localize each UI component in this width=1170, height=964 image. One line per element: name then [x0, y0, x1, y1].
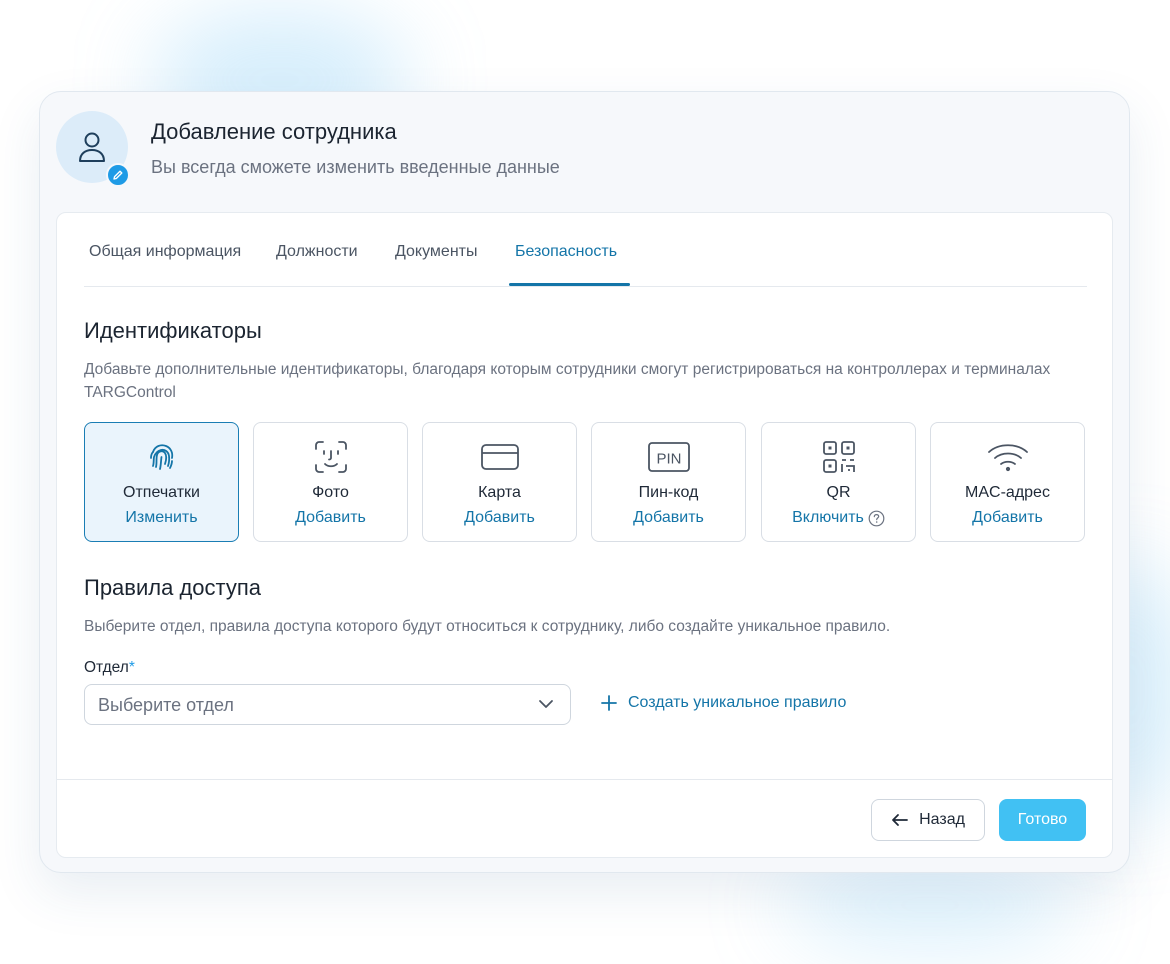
- edit-avatar-button[interactable]: [106, 163, 130, 187]
- identifier-card-photo[interactable]: Фото Добавить: [253, 422, 408, 542]
- arrow-left-icon: [892, 814, 908, 826]
- face-id-icon: [314, 441, 347, 473]
- identifiers-description: Добавьте дополнительные идентификаторы, …: [84, 361, 1051, 401]
- svg-text:PIN: PIN: [656, 451, 681, 468]
- identifier-action-link[interactable]: Добавить: [295, 509, 366, 527]
- tab-bar: Общая информация Должности Документы Без…: [84, 213, 1087, 287]
- background-glow: [780, 860, 1080, 950]
- identifier-name: Карта: [478, 484, 521, 501]
- identifier-name: Пин-код: [638, 484, 699, 501]
- identifier-name: Фото: [312, 484, 349, 501]
- identifier-action-link[interactable]: Добавить: [633, 509, 704, 527]
- done-button[interactable]: Готово: [999, 799, 1086, 841]
- tab-documents[interactable]: Документы: [395, 243, 477, 261]
- card-icon: [480, 444, 519, 470]
- pin-icon: PIN: [647, 442, 690, 472]
- plus-icon: [601, 695, 617, 711]
- fingerprint-icon: [149, 444, 173, 470]
- access-rules-heading: Правила доступа: [84, 575, 261, 600]
- page-subtitle: Вы всегда сможете изменить введенные дан…: [151, 157, 560, 177]
- pencil-icon: [113, 170, 123, 180]
- identifier-action-link[interactable]: Изменить: [125, 509, 197, 527]
- department-select-placeholder: Выберите отдел: [98, 695, 234, 715]
- access-rules-description: Выберите отдел, правила доступа которого…: [84, 618, 891, 635]
- help-icon[interactable]: [868, 510, 885, 527]
- chevron-down-icon: [539, 700, 553, 708]
- identifiers-heading: Идентификаторы: [84, 318, 262, 343]
- add-employee-dialog: Добавление сотрудника Вы всегда сможете …: [39, 91, 1130, 873]
- active-tab-indicator: [509, 283, 630, 286]
- user-icon: [79, 132, 105, 162]
- tab-security[interactable]: Безопасность: [515, 243, 617, 261]
- department-select[interactable]: Выберите отдел: [84, 684, 571, 725]
- identifier-card-qr[interactable]: QR Включить: [761, 422, 916, 542]
- identifier-card-fingerprint[interactable]: Отпечатки Изменить: [84, 422, 239, 542]
- identifier-card-pin[interactable]: PIN Пин-код Добавить: [591, 422, 746, 542]
- create-unique-rule-label: Создать уникальное правило: [628, 694, 847, 711]
- tab-positions[interactable]: Должности: [276, 243, 358, 261]
- done-button-label: Готово: [1017, 811, 1068, 828]
- identifier-action-link[interactable]: Включить: [792, 509, 864, 527]
- wifi-icon: [987, 444, 1028, 472]
- identifier-name: QR: [826, 484, 851, 501]
- identifier-name: MAC-адрес: [965, 484, 1050, 501]
- identifier-action-link[interactable]: Добавить: [972, 509, 1043, 527]
- required-mark: *: [128, 659, 135, 676]
- identifier-action-link[interactable]: Добавить: [464, 509, 535, 527]
- form-card: Общая информация Должности Документы Без…: [56, 212, 1113, 858]
- page-title: Добавление сотрудника: [151, 119, 397, 144]
- back-button[interactable]: Назад: [871, 799, 985, 841]
- identifier-name: Отпечатки: [123, 484, 200, 501]
- back-button-label: Назад: [919, 811, 965, 828]
- qr-code-icon: [822, 441, 855, 473]
- dialog-footer: Назад Готово: [57, 779, 1112, 857]
- create-unique-rule-button[interactable]: Создать уникальное правило: [600, 694, 846, 712]
- identifier-card-mac-address[interactable]: MAC-адрес Добавить: [930, 422, 1085, 542]
- department-label: Отдел*: [84, 659, 135, 676]
- identifier-card-card[interactable]: Карта Добавить: [422, 422, 577, 542]
- tab-general-info[interactable]: Общая информация: [89, 243, 241, 261]
